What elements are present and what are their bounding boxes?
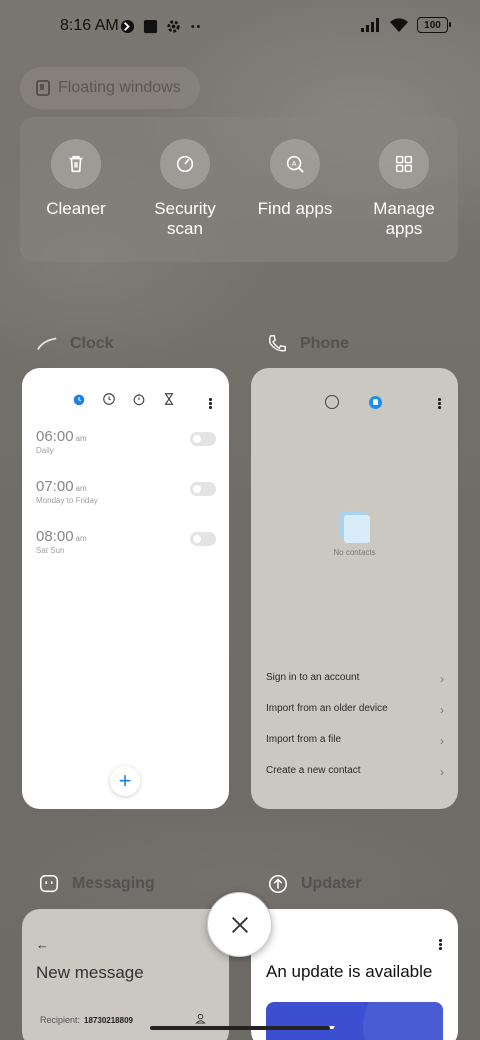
clock-app-name: Clock bbox=[70, 335, 114, 352]
cleaner-button[interactable]: Cleaner bbox=[26, 139, 126, 219]
option-label: Create a new contact bbox=[266, 765, 361, 776]
alarm-toggle[interactable] bbox=[190, 482, 216, 496]
chevron-right-icon: › bbox=[440, 765, 444, 779]
clock-more-menu-icon[interactable] bbox=[209, 398, 212, 410]
no-contacts-icon bbox=[340, 511, 370, 543]
updater-app-card[interactable]: An update is available bbox=[251, 909, 458, 1040]
messaging-app-icon bbox=[39, 874, 59, 893]
alarm-repeat: Monday to Friday bbox=[36, 496, 98, 505]
alarm-repeat: Daily bbox=[36, 446, 54, 455]
world-clock-tab-icon[interactable] bbox=[102, 392, 116, 406]
status-time: 8:16 AM bbox=[60, 17, 119, 34]
sign-in-account-option[interactable]: Sign in to an account › bbox=[266, 672, 444, 686]
messaging-app-card[interactable]: ← New message Recipient: 18730218809 bbox=[22, 909, 229, 1040]
messaging-app-name: Messaging bbox=[72, 875, 155, 892]
updater-more-menu-icon[interactable] bbox=[439, 939, 442, 951]
phone-app-name: Phone bbox=[300, 335, 349, 352]
home-indicator[interactable] bbox=[150, 1026, 330, 1030]
import-file-option[interactable]: Import from a file › bbox=[266, 734, 444, 748]
updater-app-icon bbox=[268, 874, 288, 894]
security-scan-label: Security scan bbox=[154, 199, 216, 238]
clock-app-icon bbox=[37, 337, 57, 350]
phone-more-menu-icon[interactable] bbox=[438, 398, 441, 410]
quick-tools-panel: Cleaner Security scan A Find apps Manage… bbox=[20, 117, 458, 262]
back-arrow-icon[interactable]: ← bbox=[36, 937, 49, 952]
floating-windows-button[interactable]: Floating windows bbox=[20, 67, 200, 109]
alarm-repeat: Sat Sun bbox=[36, 546, 65, 555]
svg-text:A: A bbox=[292, 159, 297, 168]
find-apps-button[interactable]: A Find apps bbox=[245, 139, 345, 219]
floating-window-icon bbox=[36, 80, 50, 96]
clock-tabs bbox=[72, 392, 176, 406]
status-bar: 8:16 AM 100 bbox=[0, 14, 480, 42]
alarm-toggle[interactable] bbox=[190, 532, 216, 546]
contact-picker-icon[interactable] bbox=[195, 1013, 206, 1024]
trash-icon bbox=[69, 155, 83, 173]
timer-tab-icon[interactable] bbox=[162, 392, 176, 406]
more-notifications-icon bbox=[191, 25, 200, 28]
security-scan-button[interactable]: Security scan bbox=[135, 139, 235, 239]
phone-tabs bbox=[325, 395, 382, 409]
find-apps-label: Find apps bbox=[257, 199, 333, 218]
clear-all-button[interactable] bbox=[207, 892, 272, 957]
alarm-time: 06:00 bbox=[36, 428, 74, 445]
alarm-row[interactable]: 07:00 am Monday to Friday bbox=[36, 478, 216, 505]
grid-apps-icon bbox=[395, 155, 413, 173]
recipient-label: Recipient: bbox=[40, 1015, 81, 1025]
battery-icon: 100 bbox=[417, 17, 451, 33]
create-contact-option[interactable]: Create a new contact › bbox=[266, 765, 444, 779]
manage-apps-label: Manage apps bbox=[373, 199, 435, 238]
security-scan-icon bbox=[176, 155, 194, 173]
phone-app-card[interactable]: No contacts Sign in to an account › Impor… bbox=[251, 368, 458, 809]
vpn-icon bbox=[120, 19, 135, 34]
no-contacts-label: No contacts bbox=[333, 548, 376, 557]
close-icon bbox=[231, 916, 248, 933]
alarm-row[interactable]: 06:00 am Daily bbox=[36, 428, 216, 455]
chevron-right-icon: › bbox=[440, 672, 444, 686]
phone-app-header: Phone bbox=[266, 333, 349, 355]
chevron-right-icon: › bbox=[440, 703, 444, 717]
wifi-icon bbox=[390, 18, 408, 32]
recipient-field[interactable]: Recipient: 18730218809 bbox=[40, 1015, 133, 1025]
updater-app-header: Updater bbox=[267, 873, 361, 895]
signal-icon bbox=[361, 18, 379, 32]
updater-app-name: Updater bbox=[301, 875, 362, 892]
new-message-title: New message bbox=[36, 963, 144, 982]
alarm-row[interactable]: 08:00 am Sat Sun bbox=[36, 528, 216, 555]
recipient-value: 18730218809 bbox=[84, 1016, 133, 1025]
clock-app-card[interactable]: 06:00 am Daily 07:00 am Monday to Friday 0… bbox=[22, 368, 229, 809]
app-notification-icon bbox=[143, 19, 158, 34]
stopwatch-tab-icon[interactable] bbox=[132, 392, 146, 406]
update-banner-image bbox=[266, 1002, 443, 1040]
alarm-ampm: am bbox=[75, 534, 87, 543]
import-older-device-option[interactable]: Import from an older device › bbox=[266, 703, 444, 717]
option-label: Import from a file bbox=[266, 734, 342, 745]
alarm-time: 08:00 bbox=[36, 528, 74, 545]
alarm-ampm: am bbox=[75, 434, 87, 443]
recents-tab-icon[interactable] bbox=[325, 395, 339, 409]
chevron-right-icon: › bbox=[440, 734, 444, 748]
option-label: Sign in to an account bbox=[266, 672, 360, 683]
update-available-title: An update is available bbox=[266, 962, 433, 981]
option-label: Import from an older device bbox=[266, 703, 388, 714]
clock-app-header: Clock bbox=[36, 333, 114, 355]
alarm-time: 07:00 bbox=[36, 478, 74, 495]
alarm-tab-icon[interactable] bbox=[72, 392, 86, 406]
alarm-toggle[interactable] bbox=[190, 432, 216, 446]
settings-gear-icon bbox=[167, 20, 180, 33]
phone-app-icon bbox=[268, 335, 286, 352]
find-apps-search-icon: A bbox=[286, 155, 304, 173]
cleaner-label: Cleaner bbox=[46, 199, 106, 218]
manage-apps-button[interactable]: Manage apps bbox=[354, 139, 454, 239]
alarm-ampm: am bbox=[75, 484, 87, 493]
contacts-tab-icon[interactable] bbox=[369, 395, 382, 409]
messaging-app-header: Messaging bbox=[38, 873, 155, 895]
add-alarm-button[interactable]: + bbox=[110, 766, 140, 796]
floating-windows-label: Floating windows bbox=[58, 79, 181, 96]
